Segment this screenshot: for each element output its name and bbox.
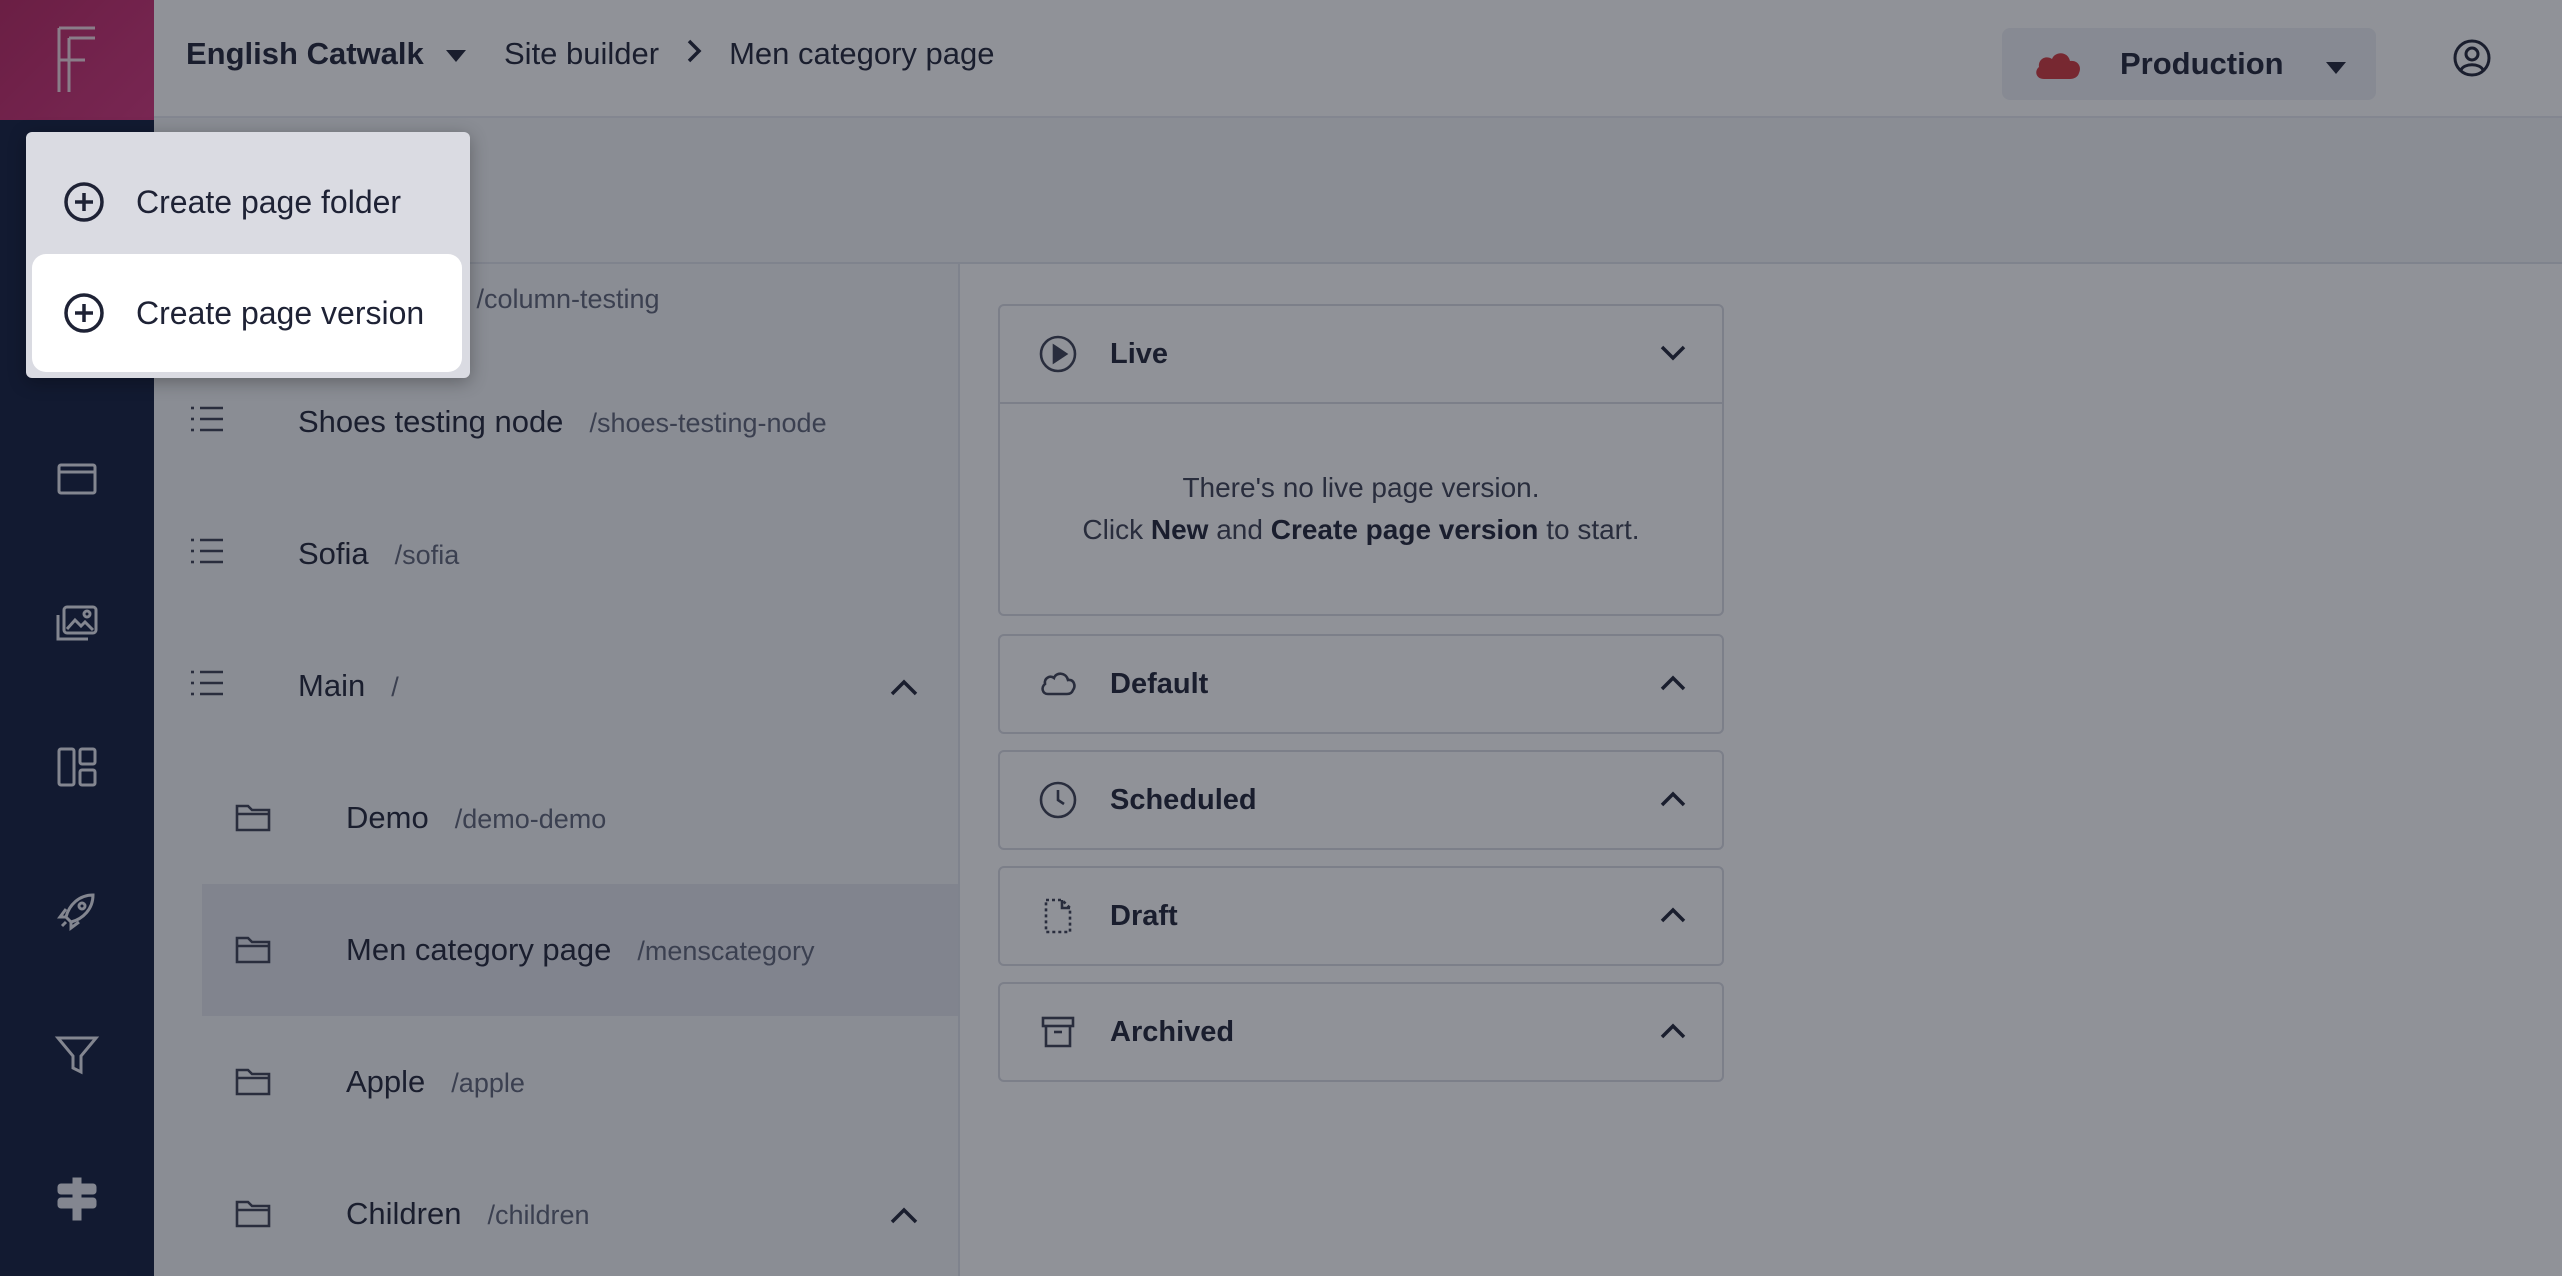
create-page-folder-menu-item[interactable]: Create page folder (32, 148, 464, 256)
menu-item-label: Create page version (136, 294, 425, 331)
new-item-menu: Create page folder Create page version (26, 132, 470, 378)
create-page-version-menu-item[interactable]: Create page version (32, 254, 462, 372)
plus-circle-icon (62, 180, 106, 224)
plus-circle-icon (62, 291, 106, 335)
menu-item-label: Create page folder (136, 183, 402, 220)
